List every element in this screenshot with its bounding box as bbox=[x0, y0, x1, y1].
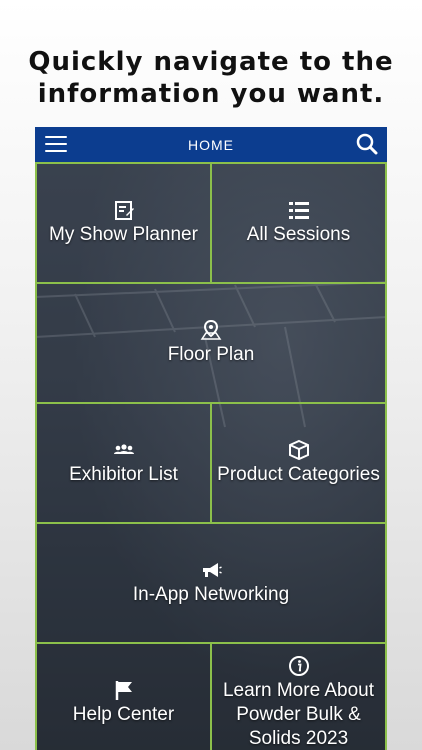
people-icon bbox=[113, 444, 134, 454]
top-navbar: HOME bbox=[35, 127, 387, 164]
planner-icon bbox=[114, 201, 134, 220]
app-screen: HOME My Show Planner All Sessions Floor … bbox=[35, 127, 387, 750]
headline-line-2: information you want. bbox=[37, 79, 385, 109]
tile-all-sessions[interactable]: All Sessions bbox=[210, 162, 387, 284]
nav-title: HOME bbox=[188, 136, 234, 153]
tile-label: Help Center bbox=[72, 704, 175, 725]
tile-exhibitor-list[interactable]: Exhibitor List bbox=[35, 402, 212, 524]
tile-my-show-planner[interactable]: My Show Planner bbox=[35, 162, 212, 284]
tile-label: Product Categories bbox=[217, 464, 380, 485]
tile-label: All Sessions bbox=[246, 224, 351, 245]
info-icon bbox=[288, 656, 309, 676]
search-icon[interactable] bbox=[356, 133, 378, 155]
tile-help-center[interactable]: Help Center bbox=[35, 642, 212, 750]
box-icon bbox=[288, 439, 309, 461]
tile-label: Exhibitor List bbox=[69, 464, 178, 485]
headline: Quickly navigate to the information you … bbox=[0, 46, 422, 110]
tile-in-app-networking[interactable]: In-App Networking bbox=[35, 522, 387, 644]
tile-learn-more[interactable]: Learn More About Powder Bulk & Solids 20… bbox=[210, 642, 387, 750]
tile-floor-plan[interactable]: Floor Plan bbox=[35, 282, 387, 404]
tile-label: My Show Planner bbox=[49, 224, 198, 245]
headline-line-1: Quickly navigate to the bbox=[28, 47, 394, 77]
map-pin-icon bbox=[200, 319, 222, 340]
tile-product-categories[interactable]: Product Categories bbox=[210, 402, 387, 524]
flag-icon bbox=[115, 681, 132, 700]
tile-label: Floor Plan bbox=[167, 344, 255, 365]
megaphone-icon bbox=[203, 563, 222, 577]
hamburger-menu-icon[interactable] bbox=[45, 136, 67, 152]
list-icon bbox=[288, 202, 309, 219]
tile-label: In-App Networking bbox=[132, 584, 290, 605]
tile-label: Learn More About Powder Bulk & Solids 20… bbox=[222, 680, 375, 749]
